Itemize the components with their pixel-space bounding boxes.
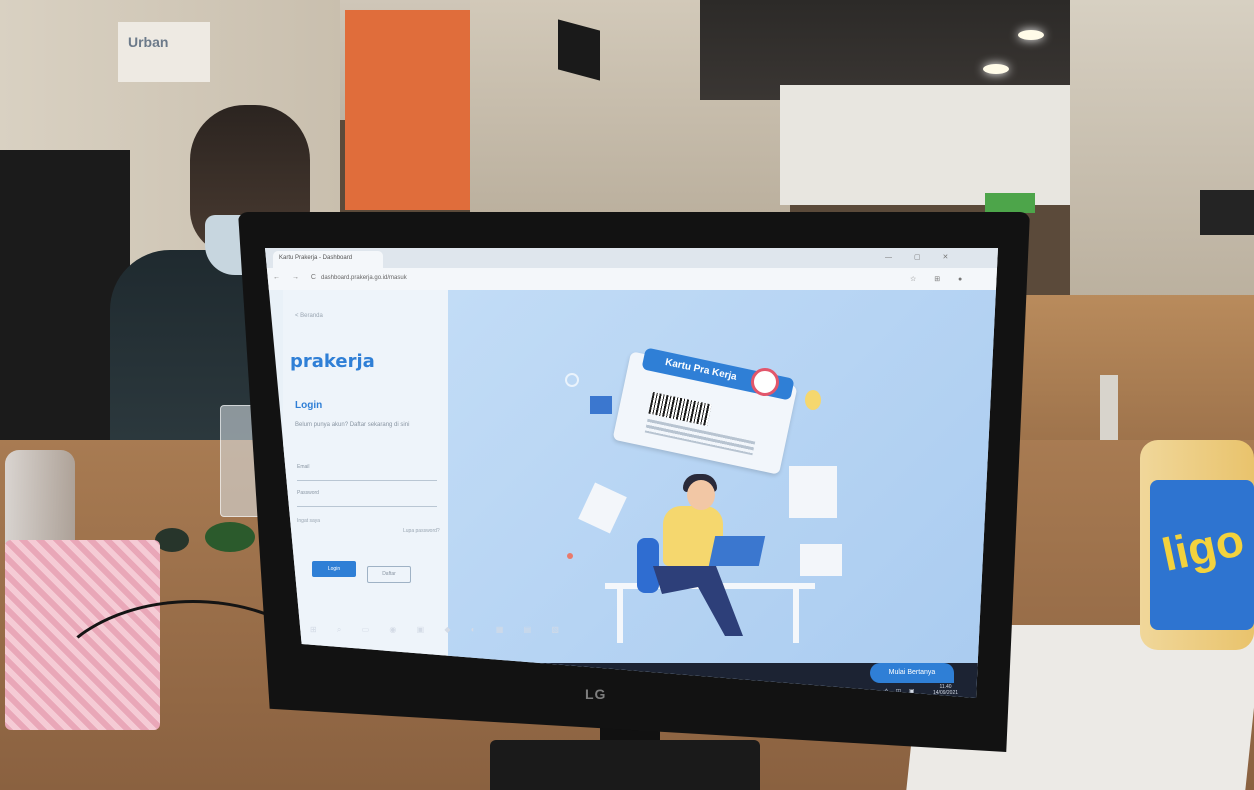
computer-mouse [155,528,189,552]
taskbar-app-icons[interactable]: ⊞ ⌕ ▭ ◉ ▣ ◆ ◐ ▦ ▤ ▧ [310,625,568,635]
url-field[interactable]: dashboard.prakerja.go.id/masuk [321,275,407,281]
password-field[interactable] [297,496,437,507]
remember-me-checkbox[interactable]: Ingat saya [297,518,320,524]
decor-ring [565,373,579,387]
computer-mouse [205,522,255,552]
ceiling-light [1018,30,1044,40]
wall-sign [118,22,210,82]
illustration-chair [637,538,659,593]
photo-scene: Urban ligo LG Kartu Prakerja - Dashboard… [0,0,1254,790]
whiteboard [780,85,1070,205]
wall-sign-text: Urban [128,34,169,50]
register-button[interactable]: Daftar [367,566,411,583]
login-title: Login [295,400,323,411]
navigation-buttons[interactable]: ← → C [273,274,321,281]
login-button[interactable]: Login [312,561,356,577]
plant-card-icon [789,466,837,518]
stopwatch-icon [751,368,779,396]
orange-wall-panel [345,10,470,210]
illustration-desk-leg [793,588,799,643]
email-field[interactable] [297,470,437,481]
hero-illustration [448,290,998,698]
back-link[interactable]: < Beranda [295,313,323,319]
browser-toolbar-icons[interactable]: ☆ ⊞ ● [910,275,970,283]
forgot-password-link[interactable]: Lupa password? [403,528,440,534]
background-monitor [1200,190,1254,235]
laptop-icon [708,536,766,566]
login-description: Belum punya akun? Daftar sekarang di sin… [295,422,410,428]
taskbar-clock: 11.40 14/09/2021 [933,684,958,696]
monitor-brand-logo: LG [585,686,607,702]
ceiling-light [983,64,1009,74]
monitor-stand-base [490,740,760,790]
browser-tab[interactable]: Kartu Prakerja - Dashboard [273,251,383,268]
lightbulb-icon [805,390,821,410]
prakerja-logo: prakerja [290,351,375,372]
chat-help-button[interactable]: Mulai Bertanya [870,663,954,683]
monitor-screen: Kartu Prakerja - Dashboard — ▢ ✕ ← → C d… [265,248,998,698]
window-controls[interactable]: — ▢ ✕ [885,253,958,261]
background-monitor [985,193,1035,213]
chart-card-icon [800,544,842,576]
decor-dot [567,553,573,559]
illustration-desk-leg [617,588,623,643]
image-icon [590,396,612,414]
right-wall [1070,0,1254,320]
illustration-person-head [687,480,715,510]
